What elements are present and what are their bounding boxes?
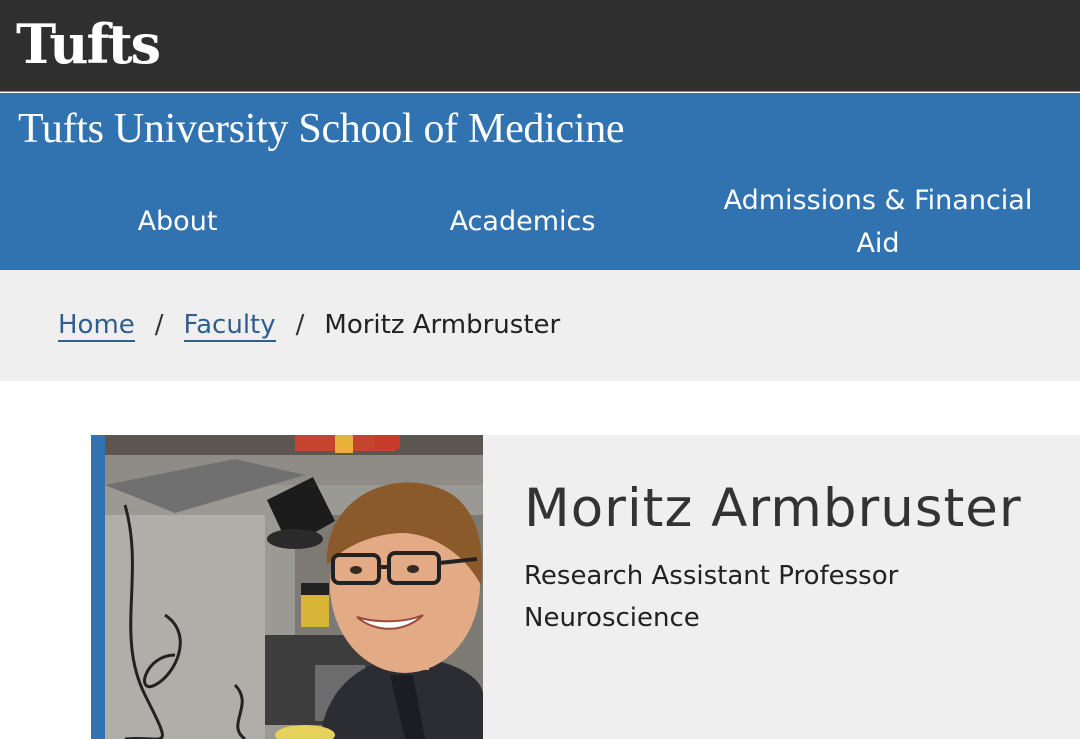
breadcrumb-home-link[interactable]: Home: [58, 310, 135, 342]
breadcrumb-faculty-link[interactable]: Faculty: [183, 310, 276, 342]
profile-accent-bar: [91, 435, 105, 739]
site-name[interactable]: Tufts University School of Medicine: [18, 101, 625, 157]
breadcrumb-separator: /: [295, 310, 305, 340]
site-header: Tufts University School of Medicine Abou…: [0, 93, 1080, 270]
nav-academics[interactable]: Academics: [345, 173, 700, 270]
breadcrumb-separator: /: [154, 310, 164, 340]
breadcrumb: Home / Faculty / Moritz Armbruster: [58, 308, 560, 342]
global-header: Tufts: [0, 0, 1080, 92]
profile-title: Research Assistant Professor: [524, 561, 899, 591]
breadcrumb-bar: Home / Faculty / Moritz Armbruster: [0, 270, 1080, 381]
tufts-logo[interactable]: Tufts: [16, 12, 161, 76]
nav-about[interactable]: About: [0, 173, 355, 270]
portrait-image: [105, 435, 483, 739]
nav-admissions-financial-aid[interactable]: Admissions & Financial Aid: [700, 173, 1056, 270]
profile-photo: [105, 435, 483, 739]
breadcrumb-current: Moritz Armbruster: [324, 310, 561, 340]
main-nav: About Academics Admissions & Financial A…: [0, 173, 1080, 270]
profile-name: Moritz Armbruster: [524, 478, 1022, 539]
profile-department: Neuroscience: [524, 603, 700, 633]
profile-card: Moritz Armbruster Research Assistant Pro…: [91, 435, 1080, 739]
